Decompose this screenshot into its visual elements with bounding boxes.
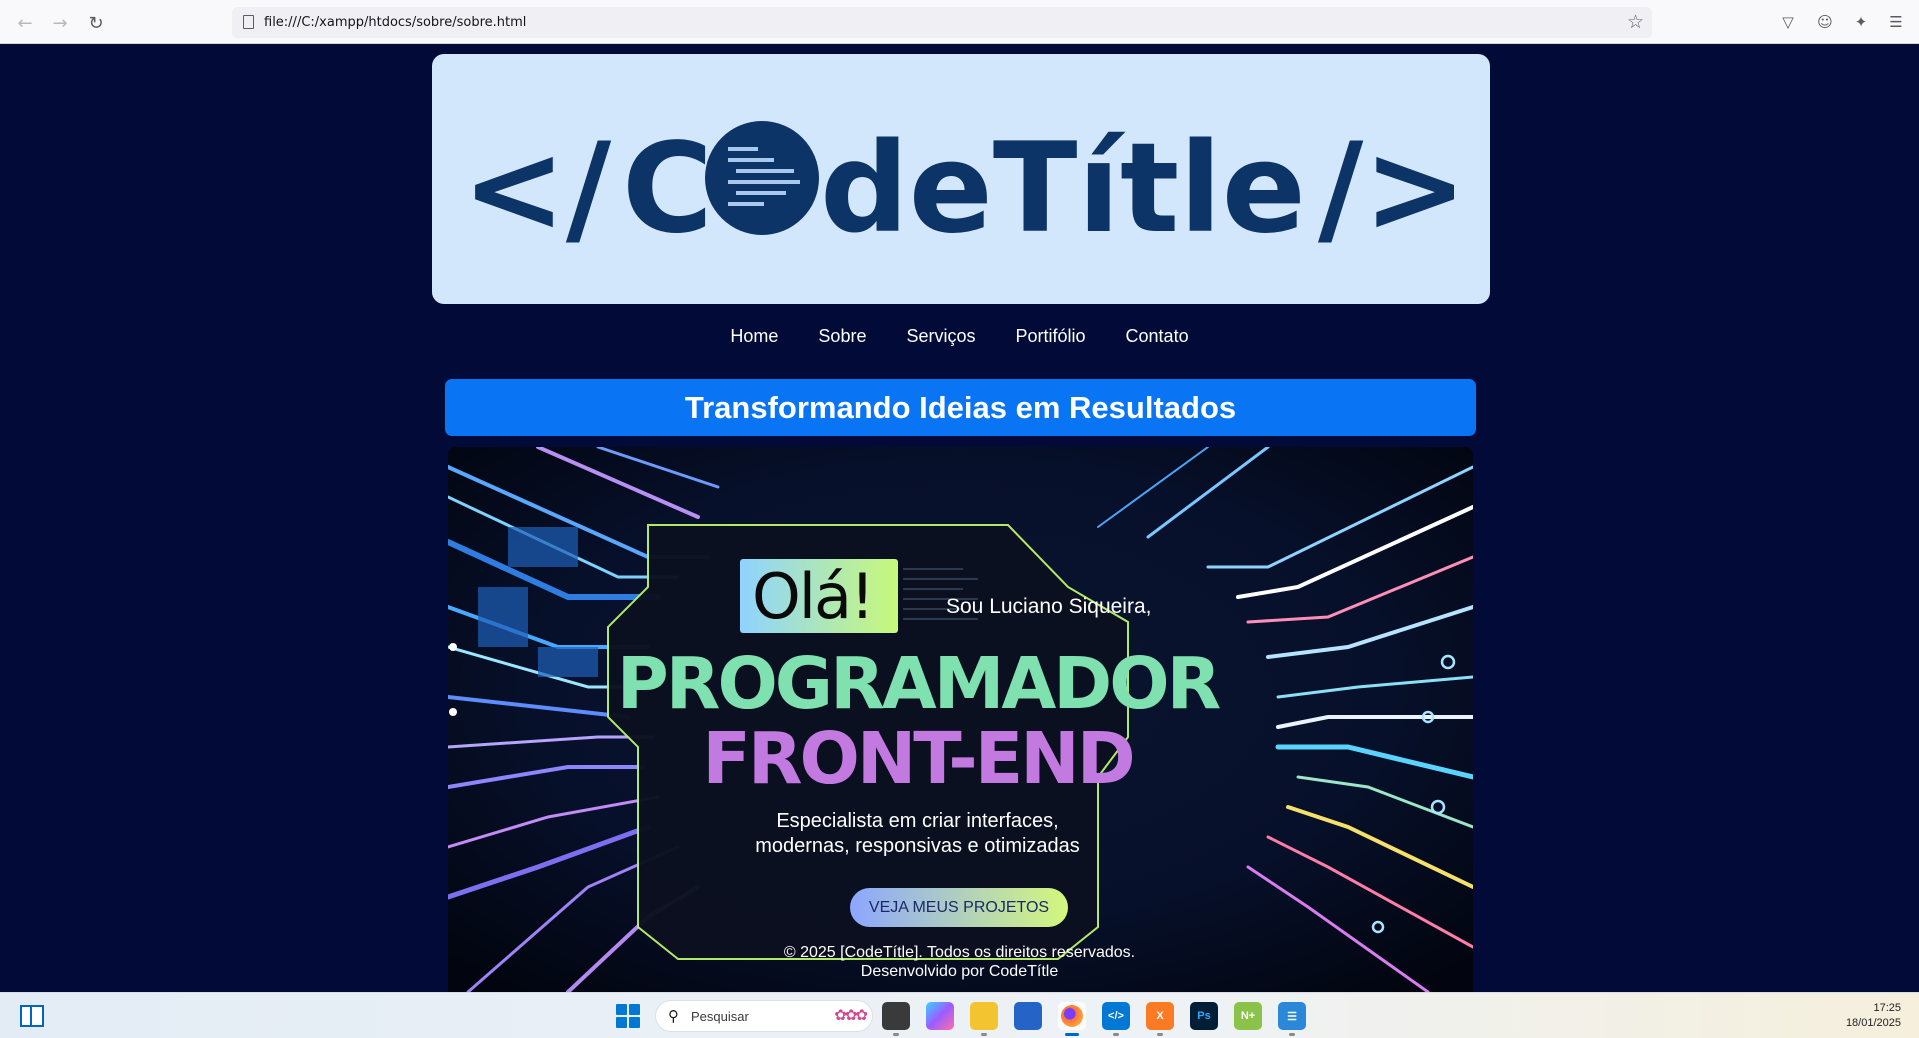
file-explorer-icon[interactable] <box>882 1002 910 1036</box>
system-clock[interactable]: 17:25 18/01/2025 <box>1846 1001 1901 1031</box>
url-text[interactable]: file:///C:/xampp/htdocs/sobre/sobre.html <box>264 15 526 30</box>
footer: © 2025 [CodeTítle]. Todos os direitos re… <box>0 943 1919 981</box>
footer-copyright: © 2025 [CodeTítle]. Todos os direitos re… <box>783 944 1136 961</box>
taskbar-search[interactable]: ⚲ Pesquisar ✿✿✿ <box>655 1000 873 1032</box>
nav-link-servicos[interactable]: Serviços <box>906 326 975 347</box>
search-placeholder: Pesquisar <box>691 1009 749 1024</box>
tulips-icon: ✿✿✿ <box>834 1006 868 1024</box>
forward-arrow-icon[interactable]: → <box>49 12 71 34</box>
notepad-icon[interactable]: ☰ <box>1278 1002 1306 1036</box>
hero-title: Transformando Ideias em Resultados <box>684 389 1237 425</box>
bookmark-star-icon[interactable]: ☆ <box>1627 11 1644 33</box>
logo-card: </ C deTítle /> <box>432 54 1490 304</box>
widgets-icon[interactable] <box>20 1005 44 1027</box>
nav-link-portifolio[interactable]: Portifólio <box>1016 326 1086 347</box>
menu-icon[interactable]: ☰ <box>1886 12 1906 32</box>
main-nav: Home Sobre Serviços Portifólio Contato <box>0 326 1919 347</box>
vscode-icon[interactable]: </> <box>1102 1002 1130 1036</box>
description-line-2: modernas, responsivas e otimizadas <box>755 835 1080 857</box>
browser-toolbar: ← → ↻ file:///C:/xampp/htdocs/sobre/sobr… <box>0 0 1919 44</box>
back-arrow-icon[interactable]: ← <box>14 12 36 34</box>
logo-text: deTítle <box>820 117 1306 261</box>
copilot-icon[interactable] <box>926 1002 954 1030</box>
store-icon[interactable] <box>1014 1002 1042 1030</box>
folder-icon[interactable] <box>970 1002 998 1036</box>
pocket-icon[interactable]: ▽ <box>1778 12 1798 32</box>
clock-date: 18/01/2025 <box>1845 1017 1901 1029</box>
logo-right-tag: /> <box>1318 117 1467 261</box>
address-bar[interactable]: file:///C:/xampp/htdocs/sobre/sobre.html… <box>232 7 1652 38</box>
clock-time: 17:25 <box>1873 1002 1901 1014</box>
greeting-text: Olá! <box>752 560 875 633</box>
account-icon[interactable]: ☺ <box>1815 12 1835 32</box>
page-icon <box>243 15 254 29</box>
intro-text: Sou Luciano Siqueira, <box>946 595 1152 618</box>
projects-cta-button[interactable]: VEJA MEUS PROJETOS <box>850 888 1068 927</box>
start-button[interactable] <box>616 1004 640 1028</box>
hero-image: Olá! Sou Luciano Siqueira, PROGRAMADOR F… <box>448 447 1473 992</box>
codetitle-logo: </ C deTítle /> <box>462 117 1467 261</box>
reload-icon[interactable]: ↻ <box>85 12 107 34</box>
search-icon: ⚲ <box>668 1007 679 1025</box>
notepad-plus-icon[interactable]: N+ <box>1234 1002 1262 1030</box>
extensions-icon[interactable]: ✦ <box>1851 12 1871 32</box>
xampp-icon[interactable]: X <box>1146 1002 1174 1036</box>
nav-link-contato[interactable]: Contato <box>1126 326 1189 347</box>
footer-credit: Desenvolvido por CodeTítle <box>860 963 1059 980</box>
description-line-1: Especialista em criar interfaces, <box>776 810 1059 832</box>
photoshop-icon[interactable]: Ps <box>1190 1002 1218 1030</box>
logo-left-tag: </ <box>462 117 612 261</box>
nav-link-sobre[interactable]: Sobre <box>818 326 866 347</box>
code-circle-icon <box>705 121 819 235</box>
headline-front-end: FRONT-END <box>702 717 1135 800</box>
hero-banner: Transformando Ideias em Resultados <box>445 379 1476 436</box>
firefox-icon[interactable] <box>1058 1002 1086 1036</box>
taskbar: ⚲ Pesquisar ✿✿✿ </> X Ps N+ ☰ 17:25 18/0… <box>0 992 1919 1038</box>
headline-programador: PROGRAMADOR <box>616 642 1222 725</box>
nav-link-home[interactable]: Home <box>730 326 778 347</box>
logo-letter-c: C <box>622 117 713 261</box>
